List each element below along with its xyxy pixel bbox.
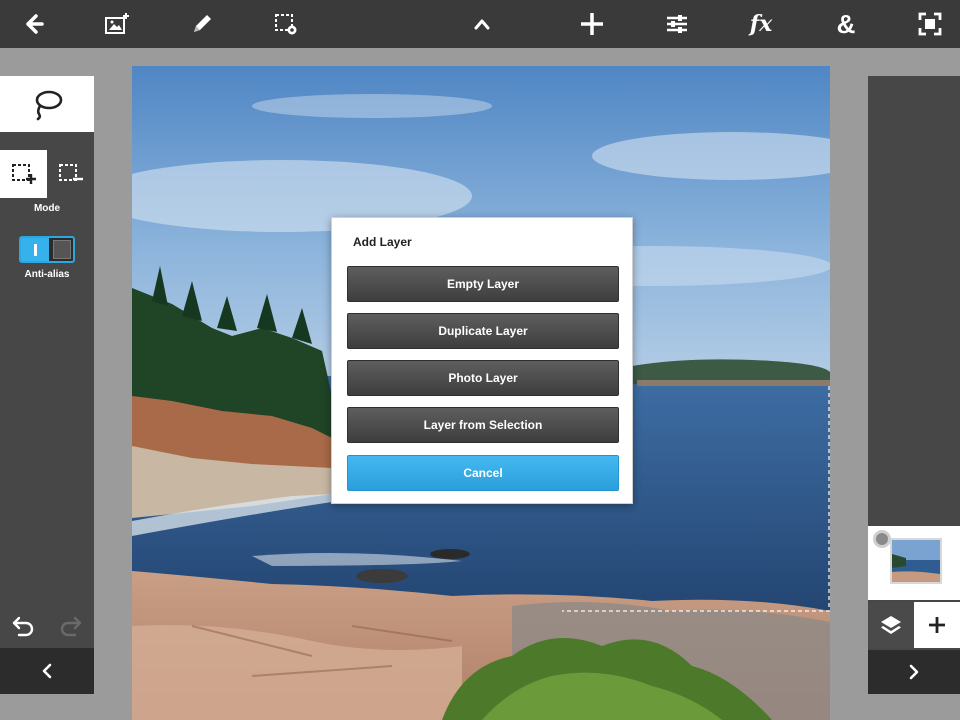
layers-icon — [881, 616, 901, 634]
layer-thumbnail-image — [892, 540, 940, 582]
dialog-title: Add Layer — [353, 235, 412, 249]
lasso-tool-button[interactable] — [0, 76, 94, 132]
ampersand-icon: & — [836, 8, 856, 39]
antialias-toggle[interactable] — [19, 236, 75, 263]
sliders-icon — [667, 15, 687, 33]
antialias-label: Anti-alias — [24, 269, 70, 280]
adjustments-button[interactable] — [653, 0, 701, 48]
blend-button[interactable]: & — [822, 0, 870, 48]
photo-layer-button[interactable]: Photo Layer — [347, 360, 619, 396]
selection-button[interactable] — [262, 0, 310, 48]
cancel-button[interactable]: Cancel — [347, 455, 619, 491]
add-layer-dialog: Add Layer Empty Layer Duplicate Layer Ph… — [331, 217, 633, 504]
chevron-up-icon — [474, 19, 490, 30]
right-layers-panel — [868, 76, 960, 694]
layers-button[interactable] — [868, 602, 914, 648]
selection-subtract-icon — [58, 164, 83, 181]
toggle-on-segment — [21, 238, 49, 261]
photo-editor-app: fx & Mode Anti-alias Add Layer Empty Lay… — [0, 0, 960, 720]
selection-add-icon — [11, 164, 36, 184]
add-image-icon — [105, 13, 129, 34]
toggle-off-segment — [53, 240, 71, 259]
effects-button[interactable]: fx — [737, 0, 785, 48]
chevron-right-icon — [909, 664, 919, 680]
layer-from-selection-button[interactable]: Layer from Selection — [347, 407, 619, 443]
selection-settings-icon — [275, 14, 297, 35]
undo-icon — [12, 616, 34, 637]
chevron-left-icon — [42, 663, 52, 679]
fullscreen-button[interactable] — [906, 0, 954, 48]
duplicate-layer-button[interactable]: Duplicate Layer — [347, 313, 619, 349]
layer-visibility-toggle[interactable] — [873, 530, 891, 548]
left-tool-panel: Mode Anti-alias — [0, 76, 94, 694]
transform-button[interactable] — [568, 0, 616, 48]
undo-button[interactable] — [4, 608, 44, 644]
back-button[interactable] — [10, 0, 58, 48]
redo-button[interactable] — [50, 608, 90, 644]
redo-icon — [60, 616, 82, 637]
back-arrow-icon — [26, 14, 44, 34]
plus-icon — [929, 617, 945, 633]
brush-button[interactable] — [178, 0, 226, 48]
add-image-button[interactable] — [93, 0, 141, 48]
top-toolbar: fx & — [0, 0, 960, 48]
layer-item[interactable] — [868, 526, 960, 600]
fx-icon: fx — [749, 11, 773, 37]
mode-add-button[interactable] — [0, 150, 47, 198]
pencil-icon — [194, 15, 211, 32]
lasso-icon — [35, 90, 63, 121]
mode-subtract-button[interactable] — [47, 150, 94, 198]
fullscreen-icon — [918, 12, 942, 36]
empty-layer-button[interactable]: Empty Layer — [347, 266, 619, 302]
mode-label: Mode — [33, 203, 61, 214]
expand-right-panel-button[interactable] — [868, 650, 960, 694]
add-layer-button[interactable] — [914, 602, 960, 648]
crosshair-plus-icon — [581, 13, 603, 35]
collapse-toolbar-button[interactable] — [458, 0, 506, 48]
collapse-left-panel-button[interactable] — [0, 648, 94, 694]
layer-thumbnail — [890, 538, 942, 584]
